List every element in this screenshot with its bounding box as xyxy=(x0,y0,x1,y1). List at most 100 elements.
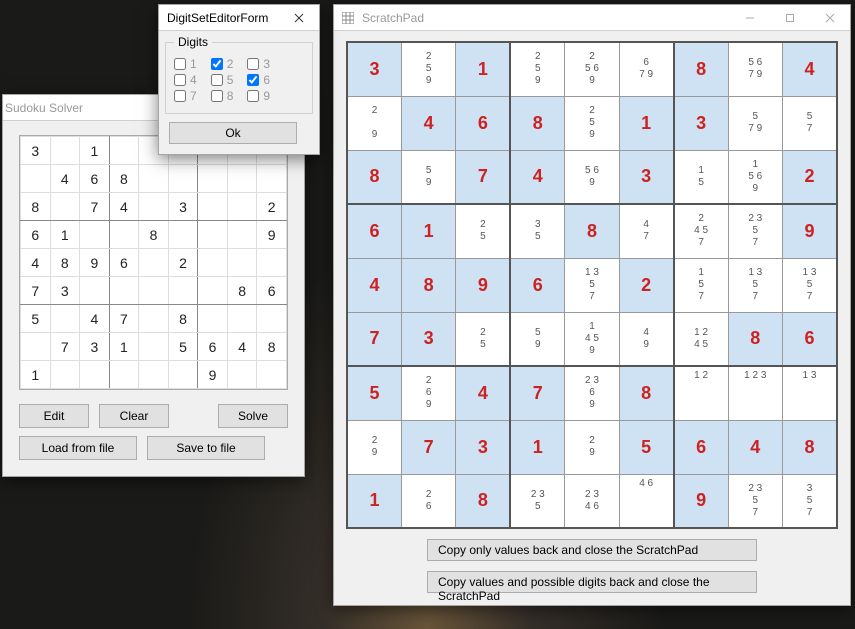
scratchpad-cell[interactable]: 8 xyxy=(456,474,510,528)
scratchpad-cell[interactable]: 8 xyxy=(565,204,619,258)
solver-cell[interactable]: 7 xyxy=(109,305,139,333)
scratchpad-cell[interactable]: 2 5 9 xyxy=(510,42,564,96)
scratchpad-cell[interactable]: 2 6 xyxy=(401,474,455,528)
scratchpad-cell[interactable]: 1 3 xyxy=(783,366,838,420)
solver-cell[interactable]: 6 xyxy=(80,165,110,193)
digit-checkbox-3[interactable]: 3 xyxy=(247,57,270,71)
solver-cell[interactable] xyxy=(227,305,257,333)
scratchpad-cell[interactable]: 2 5 9 xyxy=(565,96,619,150)
solver-cell[interactable] xyxy=(139,333,169,361)
scratchpad-cell[interactable]: 2 3 5 7 xyxy=(728,204,782,258)
solver-cell[interactable] xyxy=(139,165,169,193)
checkbox[interactable] xyxy=(247,74,259,86)
scratchpad-cell[interactable]: 5 xyxy=(347,366,401,420)
scratchpad-cell[interactable]: 5 9 xyxy=(401,150,455,204)
solver-cell[interactable]: 1 xyxy=(21,361,51,389)
scratchpad-cell[interactable]: 8 xyxy=(783,420,838,474)
solver-cell[interactable] xyxy=(168,361,198,389)
scratchpad-cell[interactable]: 3 xyxy=(674,96,728,150)
checkbox[interactable] xyxy=(174,74,186,86)
scratchpad-cell[interactable]: 5 7 xyxy=(783,96,838,150)
scratchpad-cell[interactable]: 1 xyxy=(619,96,673,150)
scratchpad-cell[interactable]: 7 xyxy=(510,366,564,420)
digit-checkbox-8[interactable]: 8 xyxy=(211,89,234,103)
solver-cell[interactable] xyxy=(109,137,139,165)
solver-cell[interactable] xyxy=(257,249,287,277)
solver-cell[interactable] xyxy=(80,221,110,249)
scratchpad-cell[interactable]: 4 xyxy=(783,42,838,96)
scratchpad-cell[interactable]: 2 3 5 xyxy=(510,474,564,528)
scratchpad-cell[interactable]: 1 3 5 7 xyxy=(783,258,838,312)
solver-cell[interactable]: 2 xyxy=(168,249,198,277)
scratchpad-cell[interactable]: 3 5 7 xyxy=(783,474,838,528)
digit-checkbox-4[interactable]: 4 xyxy=(174,73,197,87)
solver-cell[interactable] xyxy=(198,165,228,193)
solver-cell[interactable]: 5 xyxy=(21,305,51,333)
scratchpad-cell[interactable]: 1 xyxy=(347,474,401,528)
scratchpad-cell[interactable]: 6 xyxy=(510,258,564,312)
solver-cell[interactable]: 5 xyxy=(168,333,198,361)
solver-cell[interactable]: 3 xyxy=(80,333,110,361)
scratchpad-cell[interactable]: 9 xyxy=(674,474,728,528)
scratchpad-cell[interactable]: 1 2 4 5 xyxy=(674,312,728,366)
solver-cell[interactable]: 7 xyxy=(21,277,51,305)
solver-cell[interactable]: 8 xyxy=(109,165,139,193)
solver-cell[interactable] xyxy=(80,361,110,389)
solver-cell[interactable] xyxy=(50,361,80,389)
checkbox[interactable] xyxy=(247,58,259,70)
solver-cell[interactable]: 3 xyxy=(21,137,51,165)
solver-cell[interactable] xyxy=(50,137,80,165)
solver-cell[interactable] xyxy=(168,165,198,193)
scratchpad-cell[interactable]: 1 2 xyxy=(674,366,728,420)
solver-cell[interactable]: 4 xyxy=(21,249,51,277)
scratchpad-cell[interactable]: 1 xyxy=(456,42,510,96)
scratchpad-cell[interactable]: 6 xyxy=(783,312,838,366)
solver-cell[interactable] xyxy=(227,361,257,389)
scratchpad-cell[interactable]: 4 xyxy=(728,420,782,474)
solver-cell[interactable] xyxy=(50,193,80,221)
scratchpad-cell[interactable]: 4 6 xyxy=(619,474,673,528)
scratchpad-cell[interactable]: 2 9 xyxy=(347,420,401,474)
solver-cell[interactable] xyxy=(227,193,257,221)
solver-cell[interactable] xyxy=(139,305,169,333)
scratchpad-cell[interactable]: 2 9 xyxy=(347,96,401,150)
scratchpad-cell[interactable]: 1 5 7 xyxy=(674,258,728,312)
solver-cell[interactable]: 6 xyxy=(198,333,228,361)
scratchpad-cell[interactable]: 1 2 3 xyxy=(728,366,782,420)
solver-cell[interactable] xyxy=(109,361,139,389)
ok-button[interactable]: Ok xyxy=(169,122,297,144)
scratchpad-cell[interactable]: 8 xyxy=(619,366,673,420)
solver-cell[interactable] xyxy=(257,165,287,193)
scratchpad-cell[interactable]: 1 5 xyxy=(674,150,728,204)
solver-cell[interactable] xyxy=(80,277,110,305)
scratchpad-cell[interactable]: 9 xyxy=(456,258,510,312)
solver-cell[interactable]: 8 xyxy=(50,249,80,277)
scratchpad-cell[interactable]: 8 xyxy=(510,96,564,150)
scratchpad-cell[interactable]: 4 9 xyxy=(619,312,673,366)
solver-cell[interactable] xyxy=(21,165,51,193)
scratchpad-cell[interactable]: 2 5 xyxy=(456,204,510,258)
solver-cell[interactable] xyxy=(198,277,228,305)
load-from-file-button[interactable]: Load from file xyxy=(19,436,137,460)
scratchpad-cell[interactable]: 2 3 4 6 xyxy=(565,474,619,528)
solver-cell[interactable] xyxy=(139,361,169,389)
scratchpad-cell[interactable]: 1 5 6 9 xyxy=(728,150,782,204)
solver-cell[interactable] xyxy=(198,305,228,333)
solver-cell[interactable]: 6 xyxy=(257,277,287,305)
solver-cell[interactable]: 9 xyxy=(257,221,287,249)
solver-cell[interactable] xyxy=(227,165,257,193)
maximize-button[interactable] xyxy=(770,5,810,31)
close-button[interactable] xyxy=(279,5,319,31)
scratchpad-cell[interactable]: 3 xyxy=(619,150,673,204)
scratchpad-cell[interactable]: 7 xyxy=(347,312,401,366)
digit-checkbox-2[interactable]: 2 xyxy=(211,57,234,71)
scratchpad-cell[interactable]: 2 5 xyxy=(456,312,510,366)
scratchpad-cell[interactable]: 1 3 5 7 xyxy=(728,258,782,312)
solver-cell[interactable] xyxy=(227,249,257,277)
solver-cell[interactable] xyxy=(227,221,257,249)
solver-cell[interactable]: 8 xyxy=(168,305,198,333)
checkbox[interactable] xyxy=(211,74,223,86)
scratchpad-cell[interactable]: 5 6 9 xyxy=(565,150,619,204)
solver-cell[interactable] xyxy=(257,305,287,333)
scratchpad-cell[interactable]: 9 xyxy=(783,204,838,258)
